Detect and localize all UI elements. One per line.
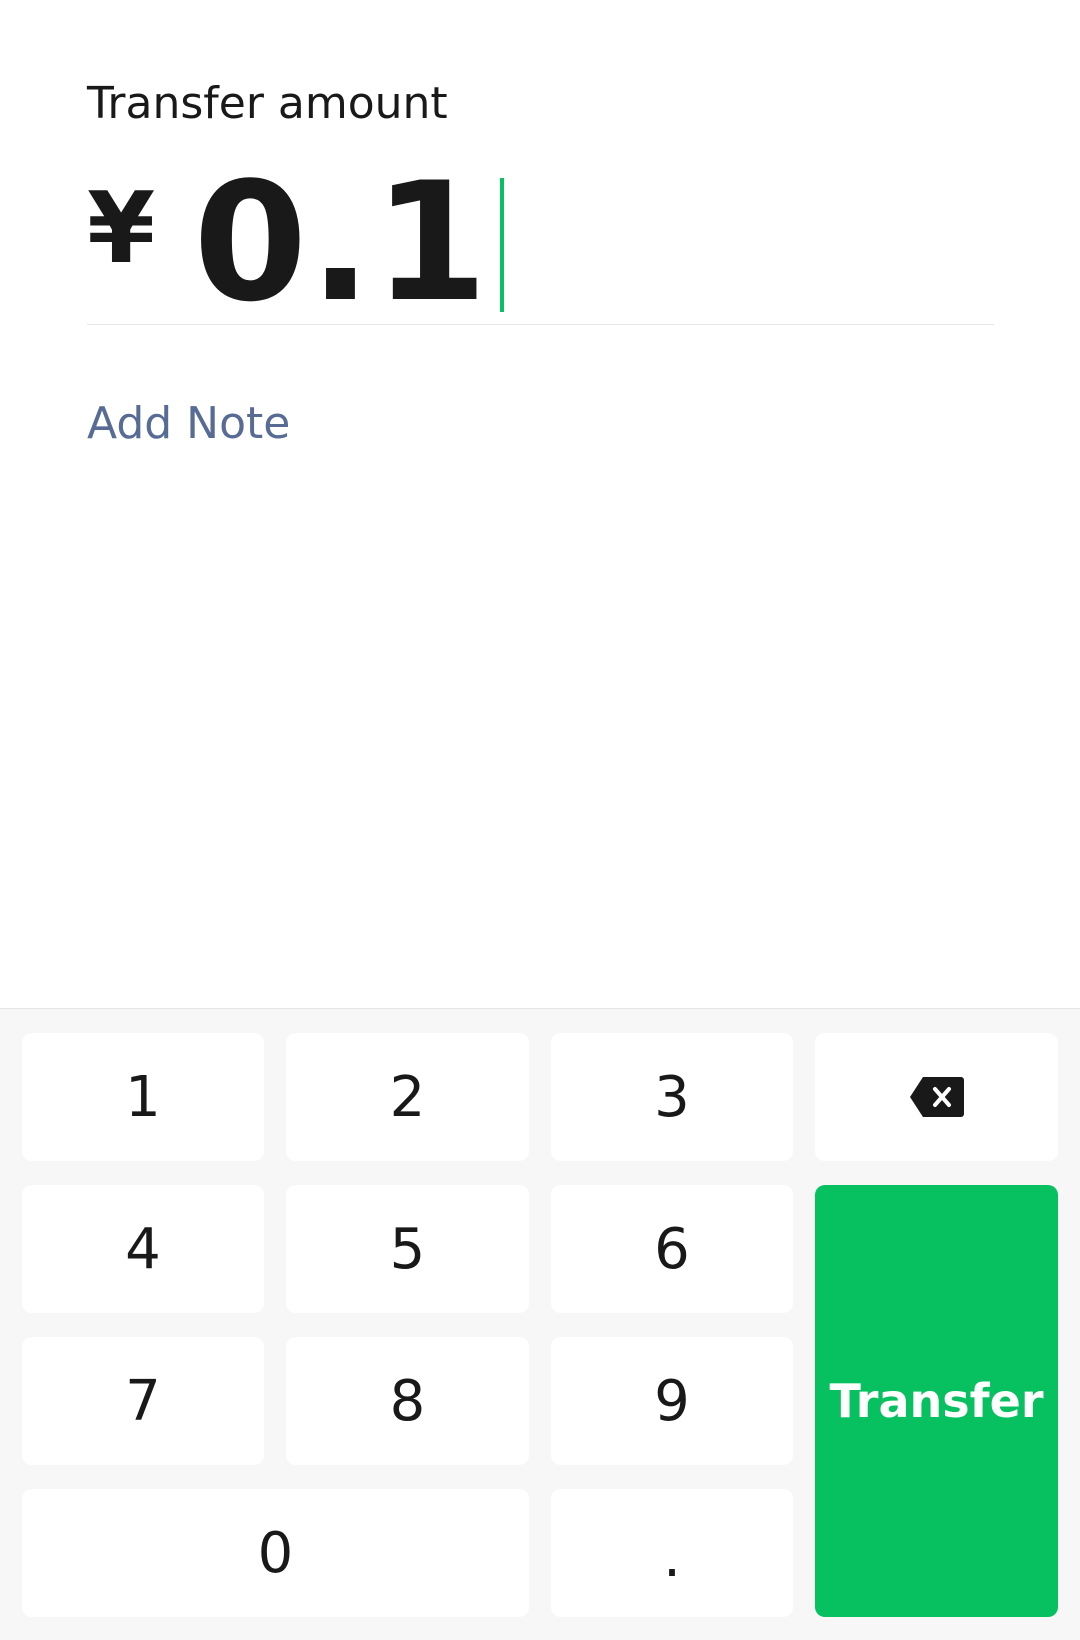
amount-input[interactable]: ¥ 0.1 [87, 147, 504, 338]
amount-divider [87, 324, 994, 325]
transfer-screen: Transfer amount ¥ 0.1 Add Note 1 2 3 4 5… [0, 0, 1080, 1640]
key-5[interactable]: 5 [286, 1185, 529, 1313]
key-1[interactable]: 1 [22, 1033, 264, 1161]
key-6[interactable]: 6 [551, 1185, 793, 1313]
add-note-link[interactable]: Add Note [87, 398, 290, 450]
key-0[interactable]: 0 [22, 1489, 529, 1617]
decimal-point-label: . [663, 1524, 681, 1590]
key-8[interactable]: 8 [286, 1337, 529, 1465]
key-4[interactable]: 4 [22, 1185, 264, 1313]
amount-title: Transfer amount [87, 78, 448, 129]
numeric-keypad: 1 2 3 4 5 6 7 8 9 0 . Transfer [0, 1008, 1080, 1640]
key-3[interactable]: 3 [551, 1033, 793, 1161]
key-decimal-point[interactable]: . [551, 1489, 793, 1617]
amount-panel: Transfer amount ¥ 0.1 Add Note [0, 0, 1080, 1008]
key-9[interactable]: 9 [551, 1337, 793, 1465]
backspace-icon [909, 1077, 964, 1117]
key-7[interactable]: 7 [22, 1337, 264, 1465]
amount-value: 0.1 [193, 147, 490, 338]
currency-symbol: ¥ [87, 172, 156, 286]
transfer-button[interactable]: Transfer [815, 1185, 1058, 1617]
key-2[interactable]: 2 [286, 1033, 529, 1161]
backspace-key[interactable] [815, 1033, 1058, 1161]
text-cursor [499, 178, 504, 312]
